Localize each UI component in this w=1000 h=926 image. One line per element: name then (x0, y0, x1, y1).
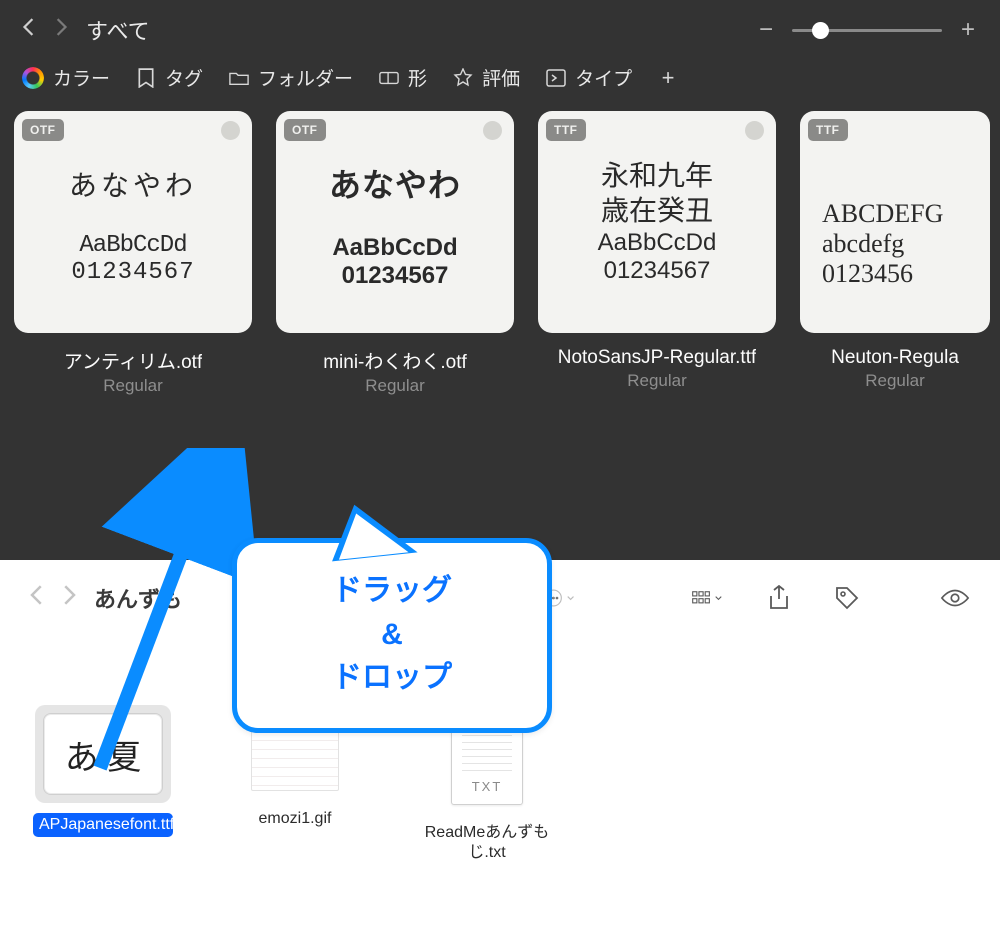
font-filename: NotoSansJP-Regular.ttf (558, 347, 757, 369)
select-radio[interactable] (745, 121, 764, 140)
filter-tag-label: タグ (165, 64, 203, 91)
sample-japanese: あなやわ (329, 160, 461, 206)
font-thumbnail[interactable]: TTF 永和九年 歳在癸丑 AaBbCcDd 01234567 (538, 111, 776, 333)
font-thumbnail[interactable]: OTF あなやわ AaBbCcDd 01234567 (14, 111, 252, 333)
filter-rating[interactable]: 評価 (453, 64, 520, 91)
font-style-label: Regular (627, 371, 687, 391)
font-style-label: Regular (103, 376, 163, 396)
filter-type-label: タイプ (575, 64, 632, 91)
color-ring-icon (22, 67, 44, 89)
font-filename: mini-わくわく.otf (323, 347, 467, 374)
sample-latin: AaBbCcDd (332, 234, 457, 262)
font-thumbnail[interactable]: TTF ABCDEFG abcdefg 0123456 (800, 111, 990, 333)
font-manager-panel: すべて − + カラー タグ フォルダー (0, 0, 1000, 560)
zoom-out-button[interactable]: − (756, 16, 776, 44)
file-label: emozi1.gif (259, 809, 332, 829)
filter-folder[interactable]: フォルダー (229, 64, 353, 91)
callout-line2: & (259, 613, 525, 657)
type-icon (546, 68, 566, 88)
font-thumbnail[interactable]: OTF あなやわ AaBbCcDd 01234567 (276, 111, 514, 333)
zoom-slider-thumb[interactable] (812, 22, 829, 39)
format-badge: TTF (808, 119, 848, 141)
filter-folder-label: フォルダー (258, 64, 353, 91)
font-card[interactable]: TTF 永和九年 歳在癸丑 AaBbCcDd 01234567 NotoSans… (538, 111, 776, 396)
font-card[interactable]: OTF あなやわ AaBbCcDd 01234567 mini-わくわく.otf… (276, 111, 514, 396)
filter-bar: カラー タグ フォルダー 形 評価 (0, 54, 1000, 105)
zoom-in-button[interactable]: + (958, 16, 978, 44)
filter-type[interactable]: タイプ (546, 64, 632, 91)
format-badge: OTF (22, 119, 64, 141)
callout-tail-icon (326, 499, 417, 562)
top-titlebar: すべて − + (0, 0, 1000, 54)
sample-japanese: あなやわ (69, 164, 197, 204)
sample-numbers: 01234567 (342, 262, 449, 290)
callout-line1: ドラッグ (259, 569, 525, 613)
star-icon (453, 68, 473, 88)
finder-title: あんずも (94, 582, 182, 614)
nav-forward-icon[interactable] (54, 18, 68, 42)
select-radio[interactable] (483, 121, 502, 140)
filter-rating-label: 評価 (482, 64, 520, 91)
bookmark-icon (136, 68, 156, 88)
txt-badge: TXT (452, 779, 522, 794)
nav-back-icon[interactable] (22, 18, 36, 42)
view-mode-icon[interactable] (692, 586, 722, 610)
sample-numbers: 01234567 (604, 257, 711, 285)
filter-add[interactable]: + (658, 68, 678, 88)
filter-tag[interactable]: タグ (136, 64, 203, 91)
zoom-slider[interactable] (792, 29, 942, 32)
sample-japanese: 永和九年 歳在癸丑 (601, 159, 713, 229)
filter-color-label: カラー (53, 64, 110, 91)
file-item[interactable]: あ 夏 APJapanesefont.ttf (38, 705, 168, 863)
font-card[interactable]: TTF ABCDEFG abcdefg 0123456 Neuton-Regul… (800, 111, 990, 396)
font-card[interactable]: OTF あなやわ AaBbCcDd 01234567 アンティリム.otf Re… (14, 111, 252, 396)
tag-icon[interactable] (832, 586, 862, 610)
shape-icon (379, 68, 399, 88)
sample-latin: AaBbCcDd (598, 229, 717, 257)
share-icon[interactable] (764, 586, 794, 610)
finder-forward-icon[interactable] (62, 585, 76, 611)
callout-line3: ドロップ (259, 656, 525, 700)
format-badge: TTF (546, 119, 586, 141)
font-sample-glyph: あ 夏 (65, 730, 142, 779)
plus-icon: + (658, 68, 678, 88)
font-file-thumb: あ 夏 (43, 713, 163, 795)
select-radio[interactable] (221, 121, 240, 140)
format-badge: OTF (284, 119, 326, 141)
filter-shape[interactable]: 形 (379, 64, 427, 91)
zoom-controls: − + (756, 16, 978, 44)
sample-latin-upper: ABCDEFG (822, 199, 943, 229)
sample-latin: AaBbCcDd (79, 232, 186, 259)
finder-back-icon[interactable] (30, 585, 44, 611)
breadcrumb-title: すべて (86, 14, 150, 46)
filter-shape-label: 形 (408, 64, 427, 91)
font-card-grid: OTF あなやわ AaBbCcDd 01234567 アンティリム.otf Re… (0, 105, 1000, 396)
file-label: APJapanesefont.ttf (33, 813, 173, 837)
font-style-label: Regular (365, 376, 425, 396)
font-style-label: Regular (865, 371, 925, 391)
font-filename: Neuton-Regula (831, 347, 959, 369)
filter-color[interactable]: カラー (22, 64, 110, 91)
sample-numbers: 0123456 (822, 259, 913, 289)
instruction-callout: ドラッグ & ドロップ (232, 538, 552, 733)
preview-eye-icon[interactable] (940, 586, 970, 610)
folder-icon (229, 68, 249, 88)
file-label: ReadMeあんずもじ.txt (422, 823, 552, 863)
sample-numbers: 01234567 (71, 259, 194, 286)
sample-latin-lower: abcdefg (822, 229, 904, 259)
font-filename: アンティリム.otf (64, 347, 203, 374)
